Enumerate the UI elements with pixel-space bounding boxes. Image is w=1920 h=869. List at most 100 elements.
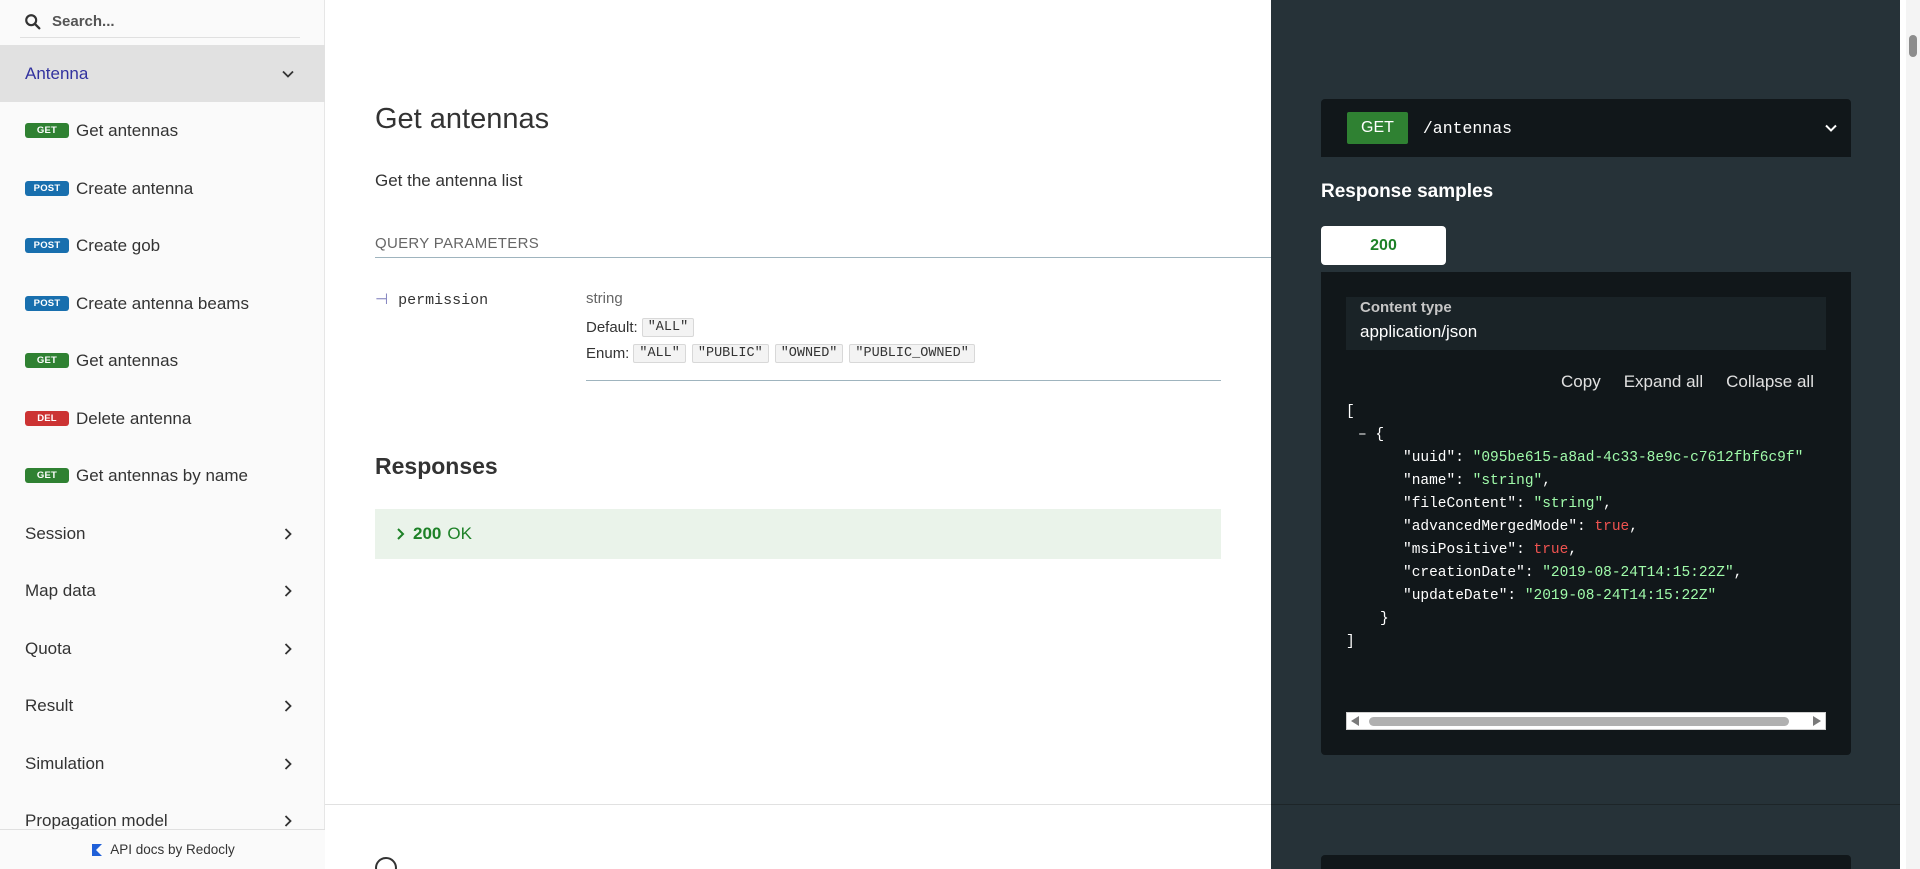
sidebar-op-label: Create antenna beams xyxy=(76,293,249,313)
sidebar-group-label: Quota xyxy=(25,638,72,658)
json-value: true xyxy=(1594,519,1630,535)
sidebar-group-label: Propagation model xyxy=(25,810,168,830)
json-close-bracket: ] xyxy=(1346,634,1355,650)
method-badge-post: POST xyxy=(25,296,69,311)
sidebar-op-label: Get antennas xyxy=(76,350,179,370)
json-key: "uuid" xyxy=(1403,450,1456,466)
json-collapse-toggle[interactable]: – { xyxy=(1358,425,1384,445)
sidebar-op-get-antennas-2[interactable]: GET Get antennas xyxy=(0,332,325,389)
param-name: ⊣ permission xyxy=(375,290,488,309)
json-key: "name" xyxy=(1403,473,1456,489)
json-value: "string" xyxy=(1533,496,1604,512)
sidebar-op-get-antennas-by-name[interactable]: GET Get antennas by name xyxy=(0,447,325,504)
param-name-label: permission xyxy=(398,292,489,309)
method-badge-post: POST xyxy=(25,181,69,196)
scrollbar-thumb[interactable] xyxy=(1369,717,1789,726)
json-value: "2019-08-24T14:15:22Z" xyxy=(1542,565,1734,581)
responses-heading: Responses xyxy=(375,453,498,479)
right-section-divider xyxy=(1271,804,1900,805)
sidebar-group-quota[interactable]: Quota xyxy=(0,620,325,677)
collapse-all-button[interactable]: Collapse all xyxy=(1726,372,1814,392)
method-badge-post: POST xyxy=(25,238,69,253)
json-value: "2019-08-24T14:15:22Z" xyxy=(1524,588,1717,604)
response-text: OK xyxy=(447,524,472,543)
sidebar-group-session[interactable]: Session xyxy=(0,505,325,562)
operation-description: Get the antenna list xyxy=(375,171,523,190)
chevron-right-icon xyxy=(284,527,292,540)
json-field: "advancedMergedMode": true, xyxy=(1403,519,1638,535)
response-code: 200 xyxy=(413,524,442,543)
search-box xyxy=(20,6,300,38)
next-section-heading-partial xyxy=(375,857,397,869)
json-field: "updateDate": "2019-08-24T14:15:22Z" xyxy=(1403,588,1717,604)
json-close-brace: } xyxy=(1380,611,1389,627)
param-enum-value: "PUBLIC" xyxy=(691,343,769,363)
sidebar-op-label: Get antennas xyxy=(76,120,179,140)
param-default-row: Default: "ALL" xyxy=(586,316,1221,338)
chevron-down-icon xyxy=(282,70,294,78)
sidebar-op-create-antenna-beams[interactable]: POST Create antenna beams xyxy=(0,275,325,332)
operation-content: Get antennas Get the antenna list QUERY … xyxy=(325,0,1271,869)
json-key: "creationDate" xyxy=(1403,565,1525,581)
sidebar-group-map-data[interactable]: Map data xyxy=(0,562,325,619)
sidebar-group-label: Antenna xyxy=(25,63,89,83)
redocly-footer-label: API docs by Redocly xyxy=(110,842,235,857)
endpoint-method-badge: GET xyxy=(1347,112,1408,144)
search-input[interactable] xyxy=(52,13,292,30)
param-enum-row: Enum: "ALL" "PUBLIC" "OWNED" "PUBLIC_OWN… xyxy=(586,342,1221,364)
param-enum-value: "OWNED" xyxy=(774,343,844,363)
section-divider xyxy=(325,804,1271,805)
sidebar-op-label: Get antennas by name xyxy=(76,465,249,485)
json-value: "095be615-a8ad-4c33-8e9c-c7612fbf6c9f" xyxy=(1472,450,1804,466)
sidebar: Antenna GET Get antennas POST Create ant… xyxy=(0,0,325,869)
sidebar-op-get-antennas[interactable]: GET Get antennas xyxy=(0,102,325,159)
chevron-right-icon xyxy=(284,584,292,597)
page-scrollbar[interactable] xyxy=(1906,0,1920,869)
sidebar-group-label: Session xyxy=(25,523,86,543)
copy-button[interactable]: Copy xyxy=(1561,372,1601,392)
response-tab-200[interactable]: 200 xyxy=(1321,226,1446,265)
param-detail: string Default: "ALL" Enum: "ALL" "PUBLI… xyxy=(586,290,1221,381)
sidebar-group-simulation[interactable]: Simulation xyxy=(0,735,325,792)
json-key: "updateDate" xyxy=(1403,588,1508,604)
sidebar-group-antenna[interactable]: Antenna xyxy=(0,45,325,102)
method-badge-get: GET xyxy=(25,123,69,138)
redocly-footer-link[interactable]: API docs by Redocly xyxy=(0,829,325,869)
json-field: "creationDate": "2019-08-24T14:15:22Z", xyxy=(1403,565,1743,581)
content-type-label: Content type xyxy=(1360,299,1452,316)
json-field: "uuid": "095be615-a8ad-4c33-8e9c-c7612fb… xyxy=(1403,450,1804,466)
expand-all-button[interactable]: Expand all xyxy=(1624,372,1703,392)
param-default-value: "ALL" xyxy=(641,317,695,337)
sidebar-op-label: Create antenna xyxy=(76,178,194,198)
content-type-box: Content type application/json xyxy=(1346,297,1826,350)
json-key: "advancedMergedMode" xyxy=(1403,519,1578,535)
json-key: "msiPositive" xyxy=(1403,542,1517,558)
method-badge-del: DEL xyxy=(25,411,69,426)
json-field: "name": "string", xyxy=(1403,473,1551,489)
scroll-right-arrow-icon[interactable] xyxy=(1813,716,1821,726)
json-horizontal-scrollbar[interactable] xyxy=(1346,712,1826,730)
sidebar-op-create-gob[interactable]: POST Create gob xyxy=(0,217,325,274)
json-value: true xyxy=(1533,542,1569,558)
sidebar-group-result[interactable]: Result xyxy=(0,677,325,734)
sidebar-op-label: Create gob xyxy=(76,235,161,255)
param-tree-icon: ⊣ xyxy=(375,290,389,308)
chevron-right-icon xyxy=(284,757,292,770)
page-scrollbar-thumb[interactable] xyxy=(1909,35,1917,57)
chevron-right-icon xyxy=(284,814,292,827)
response-200-toggle[interactable]: 200 OK xyxy=(375,509,1221,559)
endpoint-path: /antennas xyxy=(1422,118,1513,138)
endpoint-toggle[interactable]: GET /antennas xyxy=(1321,99,1851,157)
json-value: "string" xyxy=(1472,473,1543,489)
scroll-left-arrow-icon[interactable] xyxy=(1351,716,1359,726)
param-enum-value: "PUBLIC_OWNED" xyxy=(849,343,975,363)
chevron-right-icon xyxy=(284,699,292,712)
chevron-down-icon xyxy=(1825,124,1837,132)
sidebar-op-create-antenna[interactable]: POST Create antenna xyxy=(0,160,325,217)
sample-actions: Copy Expand all Collapse all xyxy=(1561,372,1814,392)
param-type: string xyxy=(586,290,623,307)
sidebar-op-delete-antenna[interactable]: DEL Delete antenna xyxy=(0,390,325,447)
search-icon xyxy=(25,13,41,29)
sidebar-op-label: Delete antenna xyxy=(76,408,192,428)
operation-title: Get antennas xyxy=(375,103,550,135)
